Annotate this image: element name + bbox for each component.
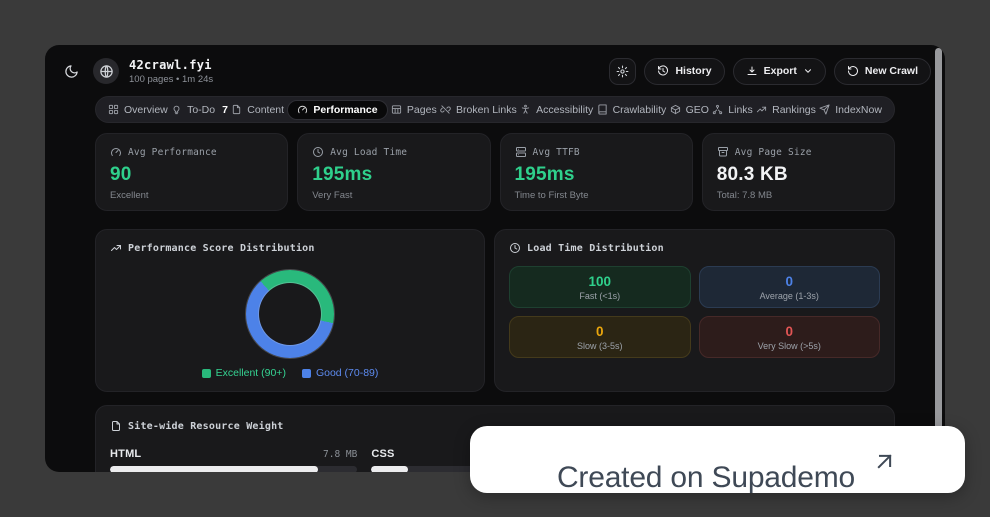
table-icon	[391, 104, 402, 115]
gear-icon	[616, 65, 629, 78]
gauge-icon	[110, 146, 122, 158]
server-icon	[515, 146, 527, 158]
theme-toggle-button[interactable]	[59, 59, 83, 83]
tab-rankings[interactable]: Rankings	[756, 104, 816, 116]
site-info: 42crawl.fyi 100 pages • 1m 24s	[129, 58, 213, 85]
send-icon	[819, 104, 830, 115]
tab-broken-links[interactable]: Broken Links	[440, 104, 517, 116]
header: 42crawl.fyi 100 pages • 1m 24s History	[45, 45, 945, 91]
moon-icon	[64, 64, 79, 79]
stat-value: 90	[110, 164, 273, 186]
screen: { "header": { "site": "42crawl.fyi", "me…	[0, 0, 990, 517]
stat-sub: Total: 7.8 MB	[717, 190, 880, 201]
resource-bar-fill	[371, 466, 408, 472]
history-button[interactable]: History	[644, 58, 724, 85]
resource-bar-track	[110, 466, 357, 472]
panel-title-text: Site-wide Resource Weight	[128, 421, 284, 432]
panel-title-text: Load Time Distribution	[527, 243, 664, 254]
stat-card-avg-load-time: Avg Load Time 195ms Very Fast	[297, 133, 490, 211]
globe-icon	[99, 64, 114, 79]
grid-icon	[108, 104, 119, 115]
load-time-tiles: 100 Fast (<1s) 0 Average (1-3s) 0 Slow (…	[509, 266, 880, 358]
arrow-up-right-icon	[871, 448, 898, 475]
export-label: Export	[764, 65, 797, 77]
stat-sub: Very Fast	[312, 190, 475, 201]
book-icon	[597, 104, 608, 115]
clock-icon	[509, 242, 521, 254]
tab-bar: Overview To-Do 7 Content Performance Pag…	[95, 96, 895, 123]
todo-count-badge: 7	[222, 104, 228, 116]
download-icon	[746, 65, 758, 77]
stat-value: 80.3 KB	[717, 164, 880, 186]
tab-links[interactable]: Links	[712, 104, 753, 116]
tab-overview[interactable]: Overview	[108, 104, 168, 116]
tile-fast: 100 Fast (<1s)	[509, 266, 691, 308]
stat-sub: Excellent	[110, 190, 273, 201]
resource-size: 7.8 MB	[323, 449, 357, 460]
panel-title-text: Performance Score Distribution	[128, 243, 315, 254]
performance-donut-chart	[246, 270, 334, 358]
export-button[interactable]: Export	[733, 58, 826, 85]
tile-average: 0 Average (1-3s)	[699, 266, 881, 308]
supademo-attribution-link[interactable]: Created on Supademo	[470, 426, 965, 493]
stat-sub: Time to First Byte	[515, 190, 678, 201]
resource-bar-fill	[110, 466, 318, 472]
accessibility-icon	[520, 104, 531, 115]
site-avatar	[93, 58, 119, 84]
legend-item-excellent: Excellent (90+)	[202, 367, 286, 379]
tab-content[interactable]: Content	[231, 104, 284, 116]
network-icon	[712, 104, 723, 115]
tab-performance[interactable]: Performance	[287, 100, 387, 120]
tab-accessibility[interactable]: Accessibility	[520, 104, 593, 116]
new-crawl-button[interactable]: New Crawl	[834, 58, 931, 85]
trending-up-icon	[756, 104, 767, 115]
tab-pages[interactable]: Pages	[391, 104, 437, 116]
lightbulb-icon	[171, 104, 182, 115]
legend-swatch-excellent	[202, 369, 211, 378]
stats-row: Avg Performance 90 Excellent Avg Load Ti…	[95, 133, 895, 211]
resource-item-html: HTML 7.8 MB	[110, 448, 357, 472]
supademo-text: Created on Supademo	[557, 463, 855, 492]
panels-row: Performance Score Distribution Excellent…	[95, 229, 895, 392]
clock-icon	[312, 146, 324, 158]
tab-indexnow[interactable]: IndexNow	[819, 104, 882, 116]
tab-geo[interactable]: GEO	[670, 104, 709, 116]
history-label: History	[675, 65, 711, 77]
donut-legend: Excellent (90+) Good (70-89)	[110, 367, 470, 379]
stat-value: 195ms	[515, 164, 678, 186]
site-title: 42crawl.fyi	[129, 58, 213, 72]
refresh-ccw-icon	[847, 65, 859, 77]
legend-item-good: Good (70-89)	[302, 367, 378, 379]
file-icon	[231, 104, 242, 115]
donut-hole	[259, 283, 321, 345]
tile-slow: 0 Slow (3-5s)	[509, 316, 691, 358]
chevron-down-icon	[803, 66, 813, 76]
archive-icon	[717, 146, 729, 158]
tab-crawlability[interactable]: Crawlability	[597, 104, 667, 116]
crawl-meta: 100 pages • 1m 24s	[129, 74, 213, 85]
stat-card-avg-performance: Avg Performance 90 Excellent	[95, 133, 288, 211]
vertical-scrollbar[interactable]	[935, 48, 942, 462]
stat-card-avg-page-size: Avg Page Size 80.3 KB Total: 7.8 MB	[702, 133, 895, 211]
load-time-panel: Load Time Distribution 100 Fast (<1s) 0 …	[494, 229, 895, 392]
history-icon	[657, 65, 669, 77]
stat-card-avg-ttfb: Avg TTFB 195ms Time to First Byte	[500, 133, 693, 211]
tab-todo[interactable]: To-Do 7	[171, 104, 228, 116]
app-window: 42crawl.fyi 100 pages • 1m 24s History	[45, 45, 945, 472]
link-off-icon	[440, 104, 451, 115]
tile-very-slow: 0 Very Slow (>5s)	[699, 316, 881, 358]
legend-swatch-good	[302, 369, 311, 378]
file-icon	[110, 420, 122, 432]
performance-score-panel: Performance Score Distribution Excellent…	[95, 229, 485, 392]
new-crawl-label: New Crawl	[865, 65, 918, 77]
trending-up-icon	[110, 242, 122, 254]
gauge-icon	[297, 104, 308, 115]
package-icon	[670, 104, 681, 115]
stat-value: 195ms	[312, 164, 475, 186]
settings-button[interactable]	[609, 58, 636, 85]
